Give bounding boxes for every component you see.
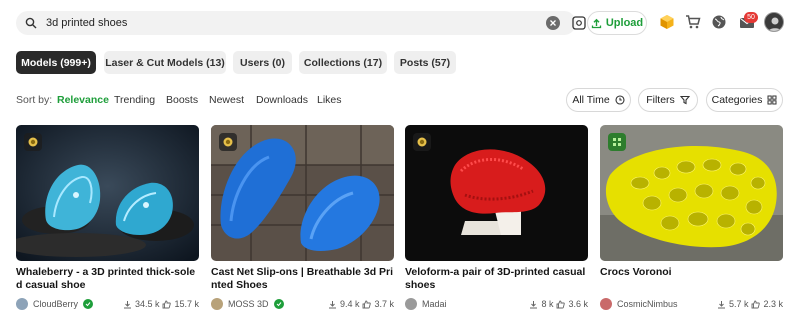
download-count: 34.5 k	[134, 299, 160, 309]
sort-label: Sort by:	[16, 94, 53, 106]
categories-label: Categories	[711, 94, 763, 106]
clock-icon	[615, 95, 625, 105]
download-icon	[530, 300, 538, 308]
filters-label: Filters	[646, 94, 675, 106]
time-filter-label: All Time	[572, 94, 610, 106]
like-icon	[752, 300, 761, 308]
sort-downloads[interactable]: Downloads	[256, 94, 308, 106]
tab-posts[interactable]: Posts (57)	[394, 51, 456, 74]
model-author: Madai 8 k 3.6 k	[405, 297, 588, 311]
upload-button[interactable]: Upload	[587, 11, 647, 35]
download-count: 8 k	[541, 299, 554, 309]
download-count: 9.4 k	[339, 299, 360, 309]
author-name[interactable]: Madai	[422, 299, 447, 309]
download-count: 5.7 k	[728, 299, 749, 309]
cart-icon[interactable]	[683, 12, 703, 32]
model-stats: 5.7 k 2.3 k	[717, 297, 783, 311]
clear-icon[interactable]	[546, 16, 560, 30]
model-thumbnail[interactable]	[405, 125, 588, 261]
like-icon	[363, 300, 372, 308]
author-name[interactable]: MOSS 3D	[228, 299, 269, 309]
like-count: 3.7 k	[374, 299, 394, 309]
medal-icon	[219, 133, 237, 151]
sort-relevance[interactable]: Relevance	[57, 94, 109, 106]
search-bar[interactable]	[16, 11, 586, 35]
verified-icon	[273, 299, 284, 309]
time-filter-button[interactable]: All Time	[566, 88, 631, 112]
tab-models[interactable]: Models (999+)	[16, 51, 96, 74]
model-title[interactable]: Cast Net Slip-ons | Breathable 3d Printe…	[211, 266, 394, 292]
filters-button[interactable]: Filters	[638, 88, 698, 112]
cube-icon[interactable]	[657, 12, 677, 32]
globe-icon[interactable]	[709, 12, 729, 32]
notification-badge: 50	[744, 12, 758, 23]
author-avatar[interactable]	[405, 298, 417, 310]
model-stats: 8 k 3.6 k	[529, 297, 588, 311]
author-name[interactable]: CloudBerry	[33, 299, 78, 309]
model-author: MOSS 3D 9.4 k 3.7 k	[211, 297, 394, 311]
model-thumbnail[interactable]	[211, 125, 394, 261]
verified-icon	[83, 299, 94, 309]
tab-users[interactable]: Users (0)	[233, 51, 292, 74]
sort-boosts[interactable]: Boosts	[166, 94, 198, 106]
download-icon	[123, 300, 131, 308]
search-input[interactable]	[46, 14, 526, 32]
sort-trending[interactable]: Trending	[114, 94, 155, 106]
model-author: CosmicNimbus 5.7 k 2.3 k	[600, 297, 783, 311]
model-title[interactable]: Veloform-a pair of 3D-printed casual sho…	[405, 266, 588, 292]
model-stats: 9.4 k 3.7 k	[328, 297, 394, 311]
image-search-icon[interactable]	[572, 16, 586, 30]
model-title[interactable]: Crocs Voronoi	[600, 266, 783, 279]
model-thumbnail[interactable]	[16, 125, 199, 261]
medal-icon	[24, 133, 42, 151]
like-icon	[163, 300, 172, 308]
tab-collections[interactable]: Collections (17)	[299, 51, 387, 74]
upload-icon	[591, 18, 602, 28]
sort-newest[interactable]: Newest	[209, 94, 244, 106]
author-name[interactable]: CosmicNimbus	[617, 299, 678, 309]
upload-label: Upload	[605, 17, 644, 29]
model-title[interactable]: Whaleberry - a 3D printed thick-soled ca…	[16, 266, 199, 292]
model-author: CloudBerry 34.5 k 15.7 k	[16, 297, 199, 311]
grid-icon	[767, 95, 777, 105]
sort-likes[interactable]: Likes	[317, 94, 342, 106]
like-count: 2.3 k	[763, 299, 783, 309]
download-icon	[717, 300, 725, 308]
like-icon	[557, 300, 566, 308]
medal-icon	[413, 133, 431, 151]
categories-button[interactable]: Categories	[706, 88, 783, 112]
funnel-icon	[679, 95, 690, 105]
tab-laser-cut-models[interactable]: Laser & Cut Models (13)	[104, 51, 226, 74]
model-stats: 34.5 k 15.7 k	[123, 297, 199, 311]
avatar[interactable]	[764, 12, 784, 32]
like-count: 15.7 k	[174, 299, 199, 309]
author-avatar[interactable]	[600, 298, 612, 310]
model-thumbnail[interactable]	[600, 125, 783, 261]
like-count: 3.6 k	[568, 299, 588, 309]
author-avatar[interactable]	[211, 298, 223, 310]
pattern-icon	[608, 133, 626, 151]
download-icon	[328, 300, 336, 308]
author-avatar[interactable]	[16, 298, 28, 310]
search-icon	[25, 17, 37, 29]
